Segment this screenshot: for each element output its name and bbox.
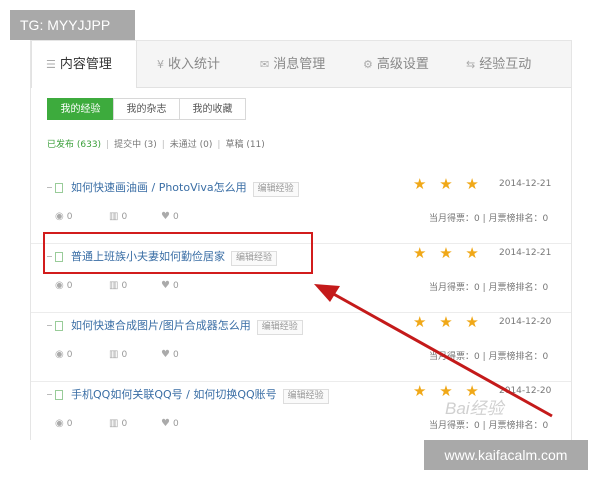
filter-submitting[interactable]: 提交中 (3) xyxy=(114,140,157,150)
baidu-logo-watermark: Bai经验 xyxy=(445,399,504,418)
likes-stat: ♥ 0 xyxy=(161,349,179,360)
eye-icon: ◉ xyxy=(55,280,64,291)
rating-stars: ★ ★ ★ xyxy=(413,313,483,331)
top-tab-bar: ☰ 内容管理 ¥ 收入统计 ✉ 消息管理 ⚙ 高级设置 ⇆ 经验互动 xyxy=(31,41,571,88)
tree-dash xyxy=(47,325,52,326)
heart-icon: ♥ xyxy=(161,280,170,291)
eye-icon: ◉ xyxy=(55,211,64,222)
monthly-rank: 当月得票：0 | 月票榜排名：0 xyxy=(429,421,549,431)
votes-stat: ▥ 0 xyxy=(109,211,128,222)
subtab-my-experience[interactable]: 我的经验 xyxy=(47,98,114,120)
views-stat: ◉ 0 xyxy=(55,280,73,291)
filter-rejected[interactable]: 未通过 (0) xyxy=(170,140,213,150)
filter-separator: | xyxy=(106,140,110,150)
item-title[interactable]: 如何快速合成图片/图片合成器怎么用 编辑经验 xyxy=(71,317,303,335)
votes-stat: ▥ 0 xyxy=(109,280,128,291)
item-date: 2014-12-20 xyxy=(499,386,552,396)
subtab-my-favorites[interactable]: 我的收藏 xyxy=(179,98,246,120)
monthly-rank: 当月得票：0 | 月票榜排名：0 xyxy=(429,214,549,224)
document-icon xyxy=(55,390,63,400)
tab-income-stats[interactable]: ¥ 收入统计 xyxy=(157,41,220,87)
likes-stat: ♥ 0 xyxy=(161,418,179,429)
subtab-my-magazine[interactable]: 我的杂志 xyxy=(113,98,180,120)
heart-icon: ♥ xyxy=(161,211,170,222)
likes-stat: ♥ 0 xyxy=(161,211,179,222)
views-stat: ◉ 0 xyxy=(55,349,73,360)
tab-content-management[interactable]: ☰ 内容管理 xyxy=(31,41,137,88)
bar-chart-icon: ▥ xyxy=(109,211,119,222)
edit-button[interactable]: 编辑经验 xyxy=(252,182,299,197)
item-title[interactable]: 手机QQ如何关联QQ号 / 如何切换QQ账号 编辑经验 xyxy=(71,386,329,404)
document-icon xyxy=(55,321,63,331)
views-stat: ◉ 0 xyxy=(55,418,73,429)
watermark-bottom-right: www.kaifacalm.com xyxy=(424,440,588,470)
item-date: 2014-12-20 xyxy=(499,317,552,327)
gear-icon: ⚙ xyxy=(363,58,373,71)
tab-label: 高级设置 xyxy=(376,57,429,72)
item-title[interactable]: 如何快速画油画 / PhotoViva怎么用 编辑经验 xyxy=(71,179,299,197)
eye-icon: ◉ xyxy=(55,418,64,429)
mail-icon: ✉ xyxy=(260,58,270,71)
edit-button[interactable]: 编辑经验 xyxy=(256,320,303,335)
tab-label: 内容管理 xyxy=(59,57,112,72)
list-icon: ☰ xyxy=(46,58,56,71)
heart-icon: ♥ xyxy=(161,349,170,360)
heart-icon: ♥ xyxy=(161,418,170,429)
bar-chart-icon: ▥ xyxy=(109,349,119,360)
tab-label: 消息管理 xyxy=(273,57,326,72)
votes-stat: ▥ 0 xyxy=(109,349,128,360)
annotation-highlight-box xyxy=(43,232,313,274)
item-date: 2014-12-21 xyxy=(499,179,552,189)
filter-drafts[interactable]: 草稿 (11) xyxy=(225,140,264,150)
bar-chart-icon: ▥ xyxy=(109,280,119,291)
rating-stars: ★ ★ ★ xyxy=(413,244,483,262)
tree-dash xyxy=(47,187,52,188)
filter-separator: | xyxy=(161,140,165,150)
tab-label: 收入统计 xyxy=(168,57,221,72)
votes-stat: ▥ 0 xyxy=(109,418,128,429)
watermark-top-left: TG: MYYJJPP xyxy=(10,10,135,40)
bar-chart-icon: ▥ xyxy=(109,418,119,429)
tab-experience-interaction[interactable]: ⇆ 经验互动 xyxy=(466,41,531,87)
tree-dash xyxy=(47,394,52,395)
tab-label: 经验互动 xyxy=(479,57,532,72)
exchange-icon: ⇆ xyxy=(466,58,476,71)
rating-stars: ★ ★ ★ xyxy=(413,175,483,193)
monthly-rank: 当月得票：0 | 月票榜排名：0 xyxy=(429,283,549,293)
tab-advanced-settings[interactable]: ⚙ 高级设置 xyxy=(363,41,429,87)
filter-published[interactable]: 已发布 (633) xyxy=(47,140,101,150)
status-filter-bar: 已发布 (633) | 提交中 (3) | 未通过 (0) | 草稿 (11) xyxy=(47,137,265,150)
likes-stat: ♥ 0 xyxy=(161,280,179,291)
eye-icon: ◉ xyxy=(55,349,64,360)
tab-message-management[interactable]: ✉ 消息管理 xyxy=(260,41,325,87)
document-icon xyxy=(55,183,63,193)
monthly-rank: 当月得票：0 | 月票榜排名：0 xyxy=(429,352,549,362)
list-item: 如何快速合成图片/图片合成器怎么用 编辑经验 ★ ★ ★ 2014-12-20 ◉… xyxy=(31,313,571,382)
edit-button[interactable]: 编辑经验 xyxy=(282,389,329,404)
views-stat: ◉ 0 xyxy=(55,211,73,222)
filter-separator: | xyxy=(217,140,221,150)
yen-icon: ¥ xyxy=(157,58,164,71)
item-date: 2014-12-21 xyxy=(499,248,552,258)
